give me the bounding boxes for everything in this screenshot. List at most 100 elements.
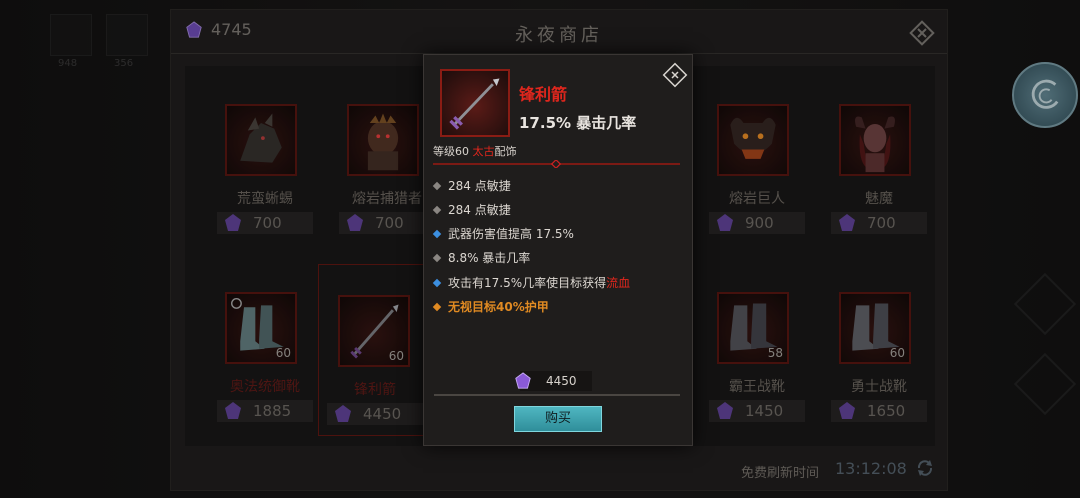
item-name: 勇士战靴 — [851, 379, 907, 395]
gem-icon — [225, 402, 241, 419]
bleed-keyword: 流血 — [606, 276, 631, 290]
price-value: 700 — [867, 214, 896, 232]
item-meta: 等级60 太古配饰 — [433, 143, 517, 159]
shop-header: 4745 永夜商店 — [171, 10, 947, 54]
item-price: 1885 — [217, 400, 313, 422]
item-price: 1450 — [709, 400, 805, 422]
item-price: 900 — [709, 212, 805, 234]
price-value: 1650 — [867, 402, 906, 420]
diamond-icon — [432, 229, 442, 238]
swirl-icon — [1031, 79, 1059, 109]
floating-action-button[interactable] — [1012, 62, 1078, 128]
item-name: 荒蛮蜥蜴 — [237, 191, 293, 207]
hud-count: 356 — [114, 58, 134, 69]
attribute-text: 284 点敏捷 — [448, 203, 511, 217]
item-slot: 配饰 — [494, 145, 517, 158]
attribute-text: 无视目标40%护甲 — [448, 300, 549, 314]
shop-item-card[interactable]: 60 勇士战靴 1650 — [823, 262, 935, 434]
side-menu-button[interactable] — [1013, 352, 1077, 416]
attribute-text: 284 点敏捷 — [448, 179, 511, 193]
attribute-text: 8.8% 暴击几率 — [448, 251, 531, 265]
gem-icon — [347, 214, 363, 231]
diamond-icon — [432, 278, 442, 287]
boots-icon: 58 — [717, 292, 789, 364]
close-icon[interactable] — [909, 20, 935, 46]
price-value: 700 — [375, 214, 404, 232]
attribute-text: 武器伤害值提高 17.5% — [448, 227, 574, 241]
price-value: 700 — [253, 214, 282, 232]
shop-item-card[interactable]: 60 奥法统御靴 1885 — [209, 262, 321, 434]
item-price: 1650 — [831, 400, 927, 422]
gem-icon — [839, 402, 855, 419]
gem-icon — [717, 214, 733, 231]
divider — [434, 394, 680, 396]
game-screen: 948 356 4745 永夜商店 荒蛮蜥蜴 700 熔岩捕猎者 700 熔岩巨… — [0, 0, 1080, 498]
item-rarity: 太古 — [472, 145, 495, 158]
diamond-icon — [432, 205, 442, 214]
buy-button[interactable]: 购买 — [514, 406, 602, 432]
hud-slot[interactable] — [106, 14, 148, 56]
hunter-portrait — [347, 104, 419, 176]
hud-count: 948 — [58, 58, 78, 69]
diamond-icon — [432, 302, 442, 311]
item-detail-popup: 锋利箭 17.5% 暴击几率 等级60 太古配饰 284 点敏捷 284 点敏捷… — [423, 54, 693, 446]
diamond-icon — [432, 253, 442, 262]
divider — [433, 160, 680, 168]
item-name: 熔岩巨人 — [729, 191, 785, 207]
golem-portrait — [717, 104, 789, 176]
item-level: 等级60 — [433, 145, 469, 158]
hud-left-slots: 948 356 — [50, 14, 160, 69]
shop-item-card[interactable]: 熔岩巨人 900 — [701, 74, 813, 246]
price-value: 4450 — [546, 374, 577, 388]
shop-item-card[interactable]: 荒蛮蜥蜴 700 — [209, 74, 321, 246]
item-price: 700 — [831, 212, 927, 234]
side-menu — [1010, 260, 1080, 480]
gem-icon — [839, 214, 855, 231]
attribute-line: 8.8% 暴击几率 — [432, 249, 531, 266]
lizard-portrait — [225, 104, 297, 176]
item-level: 60 — [275, 346, 291, 360]
hud-slot[interactable] — [50, 14, 92, 56]
arrow-icon — [440, 69, 510, 137]
price-value: 1450 — [745, 402, 784, 420]
item-level: 60 — [889, 346, 905, 360]
shop-item-card[interactable]: 58 霸王战靴 1450 — [701, 262, 813, 434]
price-value: 900 — [745, 214, 774, 232]
diamond-icon — [432, 181, 442, 190]
refresh-label: 免费刷新时间 — [741, 466, 820, 481]
price-display: 4450 — [515, 371, 592, 391]
item-name: 魅魔 — [865, 191, 893, 207]
shop-item-card-selected[interactable]: 60 锋利箭 4450 — [318, 264, 430, 436]
attribute-line: 无视目标40%护甲 — [432, 298, 549, 315]
item-name: 霸王战靴 — [729, 379, 785, 395]
item-name: 锋利箭 — [354, 382, 396, 398]
attribute-text: 攻击有17.5%几率使目标获得 — [448, 276, 607, 290]
gem-icon — [717, 402, 733, 419]
boots-icon: 60 — [839, 292, 911, 364]
refresh-icon[interactable] — [915, 458, 935, 478]
attribute-line: 武器伤害值提高 17.5% — [432, 225, 574, 242]
attribute-line: 284 点敏捷 — [432, 177, 511, 194]
gem-icon — [515, 372, 531, 389]
item-level: 58 — [767, 346, 783, 360]
headline-stat: 17.5% 暴击几率 — [519, 114, 637, 132]
side-menu-button[interactable] — [1013, 272, 1077, 336]
gem-icon — [225, 214, 241, 231]
close-icon[interactable] — [661, 61, 689, 89]
shop-title: 永夜商店 — [515, 25, 603, 46]
boots-icon: 60 — [225, 292, 297, 364]
price-value: 1885 — [253, 402, 292, 420]
item-price: 4450 — [327, 403, 423, 425]
item-name: 锋利箭 — [519, 85, 568, 104]
gem-icon — [335, 405, 351, 422]
item-level: 60 — [388, 349, 404, 363]
item-price: 700 — [217, 212, 313, 234]
succubus-portrait — [839, 104, 911, 176]
price-value: 4450 — [363, 405, 402, 423]
attribute-line: 284 点敏捷 — [432, 201, 511, 218]
refresh-timer: 13:12:08 — [835, 459, 907, 478]
shop-item-card[interactable]: 魅魔 700 — [823, 74, 935, 246]
item-price: 700 — [339, 212, 435, 234]
item-name: 奥法统御靴 — [230, 379, 300, 395]
attribute-line: 攻击有17.5%几率使目标获得 流血 — [432, 274, 631, 291]
